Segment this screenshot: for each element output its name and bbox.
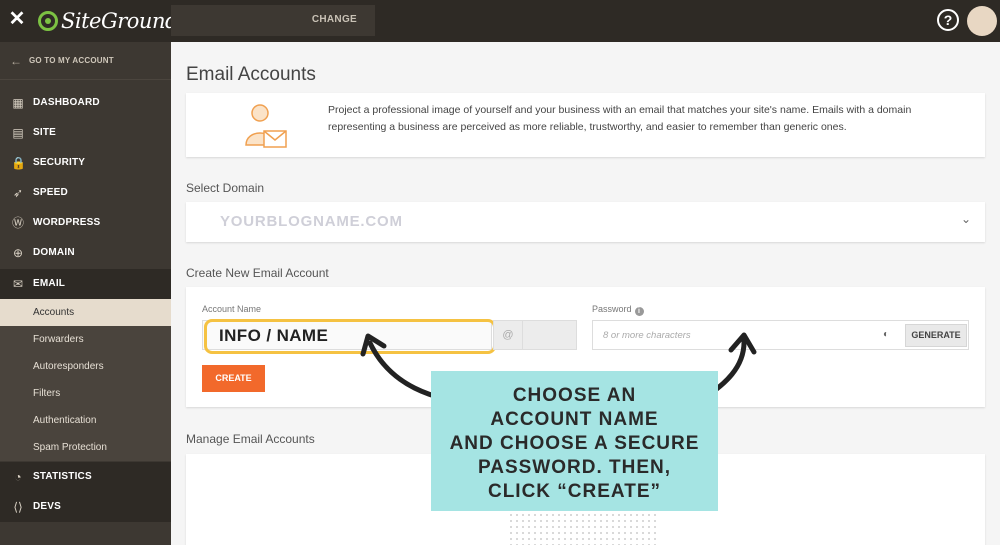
sidebar-item-domain[interactable]: ⊕ DOMAIN bbox=[0, 238, 171, 268]
sidebar-item-label: SPEED bbox=[33, 187, 68, 198]
password-label-text: Password bbox=[592, 304, 632, 314]
callout-text: CHOOSE AN ACCOUNT NAME AND CHOOSE A SECU… bbox=[431, 384, 718, 504]
sidebar-item-label: SITE bbox=[33, 127, 57, 138]
sidebar-item-wordpress[interactable]: Ⓦ WORDPRESS bbox=[0, 208, 171, 238]
top-bar: ✕ SiteGround CHANGE ? bbox=[0, 0, 1000, 42]
sidebar-item-site[interactable]: ▤ SITE bbox=[0, 118, 171, 148]
domain-suffix-box bbox=[522, 320, 577, 350]
change-site-button[interactable]: CHANGE bbox=[312, 14, 357, 25]
intro-text: Project a professional image of yourself… bbox=[328, 104, 912, 133]
password-placeholder: 8 or more characters bbox=[603, 330, 691, 341]
password-label: Password i bbox=[592, 304, 644, 316]
callout-line: CHOOSE AN bbox=[512, 385, 637, 406]
sidebar-subitem-label: Spam Protection bbox=[33, 442, 107, 453]
empty-state-illustration bbox=[508, 512, 658, 545]
sidebar-subitem-forwarders[interactable]: Forwarders bbox=[0, 326, 171, 353]
dashboard-icon: ▦ bbox=[12, 96, 24, 110]
sidebar-item-label: DEVS bbox=[33, 501, 62, 512]
at-sign: @ bbox=[493, 320, 523, 350]
code-icon: ⟨⟩ bbox=[13, 500, 23, 514]
show-password-icon[interactable]: ◐ bbox=[883, 329, 889, 340]
password-input[interactable]: 8 or more characters ◐ GENERATE bbox=[592, 320, 969, 350]
logo-mark-icon bbox=[38, 11, 58, 31]
manage-accounts-label: Manage Email Accounts bbox=[186, 432, 315, 446]
arrow-left-icon: ← bbox=[10, 54, 22, 68]
logo-text: SiteGround bbox=[61, 9, 178, 33]
sidebar-item-statistics[interactable]: ◔ STATISTICS bbox=[0, 462, 171, 492]
account-name-highlight bbox=[204, 319, 496, 354]
select-domain-label: Select Domain bbox=[186, 181, 265, 195]
domain-select[interactable]: YOURBLOGNAME.COM ⌄ bbox=[186, 202, 985, 242]
envelope-icon: ✉ bbox=[12, 277, 24, 291]
sidebar-item-label: EMAIL bbox=[33, 278, 66, 289]
sidebar-item-devs[interactable]: ⟨⟩ DEVS bbox=[0, 492, 171, 522]
create-button[interactable]: CREATE bbox=[202, 365, 265, 392]
go-to-my-account-label: GO TO MY ACCOUNT bbox=[29, 56, 114, 65]
wordpress-icon: Ⓦ bbox=[11, 216, 24, 230]
info-icon[interactable]: i bbox=[634, 307, 644, 316]
callout-line: AND CHOOSE A SECURE bbox=[449, 433, 700, 454]
sidebar-subitem-authentication[interactable]: Authentication bbox=[0, 407, 171, 434]
sidebar-subitem-label: Filters bbox=[33, 388, 61, 399]
sidebar-subitem-label: Autoresponders bbox=[33, 361, 104, 372]
sidebar-subitem-label: Forwarders bbox=[33, 334, 84, 345]
rocket-icon: ➶ bbox=[12, 186, 24, 200]
go-to-my-account-link[interactable]: ← GO TO MY ACCOUNT bbox=[0, 42, 171, 80]
avatar[interactable] bbox=[967, 6, 997, 36]
create-account-label: Create New Email Account bbox=[186, 266, 329, 280]
sidebar-item-label: WORDPRESS bbox=[33, 217, 101, 228]
callout-line: ACCOUNT NAME bbox=[490, 409, 659, 430]
account-name-label: Account Name bbox=[202, 304, 262, 314]
sidebar-item-label: STATISTICS bbox=[33, 471, 92, 482]
sidebar-item-label: DOMAIN bbox=[33, 247, 75, 258]
siteground-logo[interactable]: SiteGround bbox=[38, 8, 178, 34]
site-icon: ▤ bbox=[12, 126, 24, 140]
lock-icon: 🔒 bbox=[11, 156, 26, 170]
callout-line: PASSWORD. THEN, bbox=[477, 457, 672, 478]
sidebar-subitem-accounts[interactable]: Accounts bbox=[0, 299, 171, 326]
sidebar-subitem-label: Accounts bbox=[33, 307, 75, 318]
page-title: Email Accounts bbox=[186, 64, 316, 85]
sidebar-item-label: SECURITY bbox=[33, 157, 86, 168]
sidebar-item-security[interactable]: 🔒 SECURITY bbox=[0, 148, 171, 178]
sidebar-item-speed[interactable]: ➶ SPEED bbox=[0, 178, 171, 208]
intro-card: Project a professional image of yourself… bbox=[186, 93, 985, 157]
sidebar-subitem-label: Authentication bbox=[33, 415, 97, 426]
user-email-icon bbox=[245, 104, 287, 148]
sidebar-subitem-spam-protection[interactable]: Spam Protection bbox=[0, 434, 171, 461]
close-icon[interactable]: ✕ bbox=[8, 8, 26, 30]
statistics-icon: ◔ bbox=[14, 470, 22, 484]
sidebar-item-email[interactable]: ✉ EMAIL bbox=[0, 269, 171, 299]
help-icon[interactable]: ? bbox=[937, 9, 959, 31]
domain-select-value: YOURBLOGNAME.COM bbox=[220, 213, 403, 230]
instruction-callout: CHOOSE AN ACCOUNT NAME AND CHOOSE A SECU… bbox=[431, 371, 718, 511]
sidebar-item-dashboard[interactable]: ▦ DASHBOARD bbox=[0, 88, 171, 118]
sidebar-item-label: DASHBOARD bbox=[33, 97, 100, 108]
generate-button[interactable]: GENERATE bbox=[905, 324, 967, 347]
globe-icon: ⊕ bbox=[12, 246, 24, 260]
chevron-down-icon: ⌄ bbox=[960, 212, 971, 226]
sidebar-subitem-filters[interactable]: Filters bbox=[0, 380, 171, 407]
sidebar: ← GO TO MY ACCOUNT ▦ DASHBOARD ▤ SITE 🔒 … bbox=[0, 42, 171, 545]
callout-line: CLICK “CREATE” bbox=[487, 481, 662, 502]
sidebar-subitem-autoresponders[interactable]: Autoresponders bbox=[0, 353, 171, 380]
site-switcher[interactable]: CHANGE bbox=[171, 5, 375, 36]
